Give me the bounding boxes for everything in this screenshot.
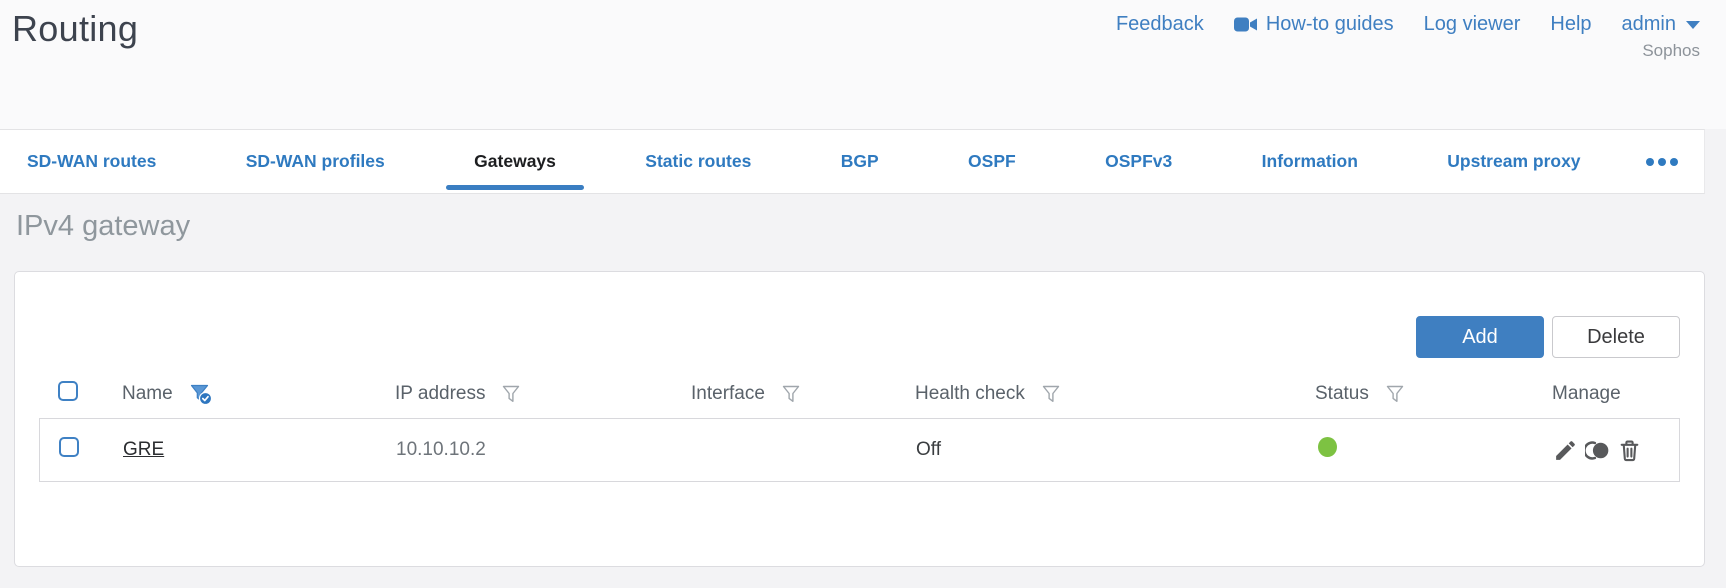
section-title: IPv4 gateway [16, 210, 191, 242]
howto-guides-link[interactable]: How-to guides [1233, 13, 1394, 36]
delete-icon[interactable] [1617, 438, 1642, 463]
column-header-status: Status [1315, 383, 1369, 404]
filter-icon[interactable] [500, 383, 522, 405]
tab-bar: SD-WAN routes SD-WAN profiles Gateways S… [0, 129, 1705, 194]
table-row: GRE 10.10.10.2 Off [40, 419, 1679, 481]
admin-menu[interactable]: admin [1622, 13, 1700, 36]
tab-bgp[interactable]: BGP [813, 130, 907, 193]
feedback-link[interactable]: Feedback [1116, 13, 1204, 36]
tab-ospf[interactable]: OSPF [940, 130, 1044, 193]
help-label: Help [1550, 13, 1592, 35]
select-all-checkbox[interactable] [58, 381, 78, 401]
gateway-name-link[interactable]: GRE [123, 439, 164, 460]
table-header-row: Name IP address Interface Health check S… [39, 370, 1680, 418]
tab-ospfv3[interactable]: OSPFv3 [1077, 130, 1200, 193]
tab-gateways[interactable]: Gateways [446, 130, 584, 193]
ipv4-gateway-card: Add Delete Name IP address Interface Hea… [14, 271, 1705, 567]
howto-guides-label: How-to guides [1265, 13, 1394, 35]
status-dot [1318, 437, 1337, 457]
column-header-interface: Interface [691, 383, 765, 404]
tab-sdwan-profiles[interactable]: SD-WAN profiles [218, 130, 413, 193]
delete-button[interactable]: Delete [1552, 316, 1680, 358]
column-header-name: Name [122, 383, 173, 404]
tab-information[interactable]: Information [1234, 130, 1386, 193]
log-viewer-link[interactable]: Log viewer [1424, 13, 1521, 36]
filter-icon[interactable] [780, 383, 802, 405]
filter-active-icon[interactable] [188, 381, 214, 407]
video-camera-icon [1233, 16, 1258, 33]
tab-static-routes[interactable]: Static routes [617, 130, 779, 193]
row-checkbox[interactable] [59, 437, 79, 457]
column-header-ip-address: IP address [395, 383, 486, 404]
table-body: GRE 10.10.10.2 Off [39, 418, 1680, 482]
caret-down-icon [1686, 20, 1700, 29]
top-header: Routing Feedback How-to guides Log viewe… [0, 0, 1726, 129]
admin-label: admin [1621, 13, 1676, 35]
tab-sdwan-routes[interactable]: SD-WAN routes [0, 130, 184, 193]
main-content: IPv4 gateway Add Delete Name IP address [0, 210, 1726, 567]
health-check-cell: Off [916, 439, 941, 460]
top-nav: Feedback How-to guides Log viewer Help a… [1116, 13, 1700, 36]
page-title: Routing [12, 8, 139, 49]
feedback-label: Feedback [1115, 13, 1204, 35]
edit-icon[interactable] [1553, 438, 1578, 463]
table-toolbar: Add Delete [39, 316, 1680, 358]
tab-upstream-proxy[interactable]: Upstream proxy [1419, 130, 1608, 193]
ip-address-cell: 10.10.10.2 [396, 439, 486, 460]
clone-icon[interactable] [1585, 438, 1610, 463]
log-viewer-label: Log viewer [1423, 13, 1521, 35]
column-header-manage: Manage [1552, 383, 1621, 404]
manage-cell [1553, 438, 1679, 463]
help-link[interactable]: Help [1550, 13, 1591, 36]
top-right: Feedback How-to guides Log viewer Help a… [1116, 6, 1700, 61]
account-name: Sophos [1642, 41, 1700, 60]
filter-icon[interactable] [1384, 383, 1406, 405]
ellipsis-icon[interactable] [1642, 130, 1682, 193]
filter-icon[interactable] [1040, 383, 1062, 405]
add-button[interactable]: Add [1416, 316, 1544, 358]
column-header-health-check: Health check [915, 383, 1025, 404]
